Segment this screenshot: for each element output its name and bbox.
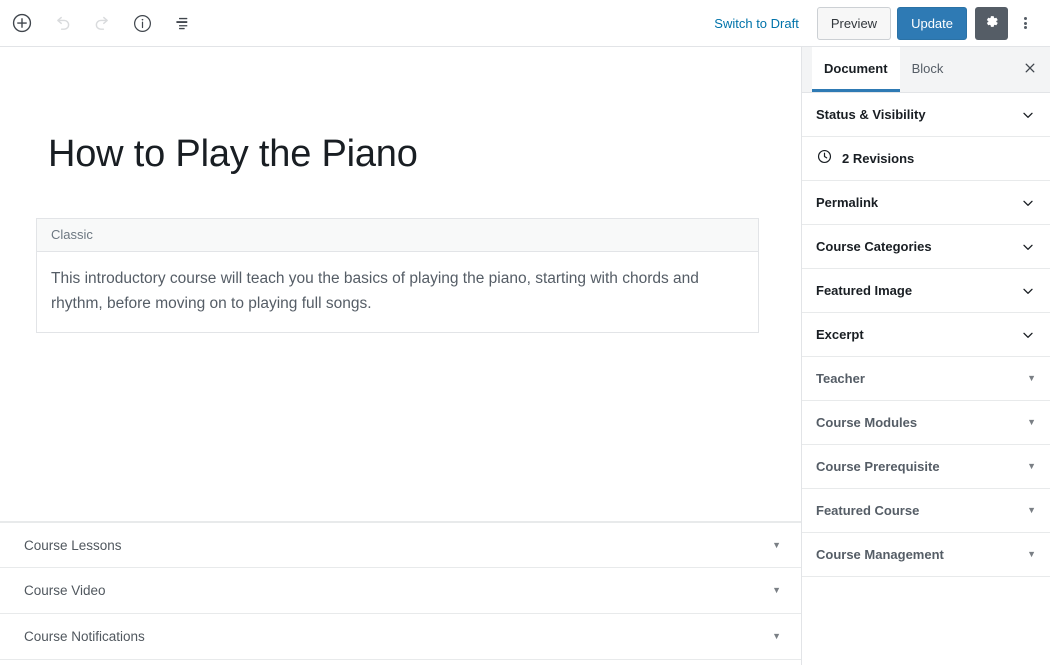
redo-icon: [92, 13, 113, 34]
gear-icon: [983, 13, 1000, 33]
triangle-down-icon[interactable]: ▼: [772, 541, 781, 550]
triangle-down-icon[interactable]: ▼: [1027, 418, 1036, 427]
panel-featured-course[interactable]: Featured Course ▼: [802, 489, 1050, 533]
panel-course-prerequisite[interactable]: Course Prerequisite ▼: [802, 445, 1050, 489]
sidebar-tablist: Document Block: [802, 47, 1050, 93]
triangle-down-icon[interactable]: ▼: [772, 632, 781, 641]
block-editor-screen: Switch to Draft Preview Update H: [0, 0, 1050, 665]
panel-title: Permalink: [816, 195, 878, 210]
clock-revisions-icon: [816, 148, 833, 170]
chevron-down-icon[interactable]: [1020, 283, 1036, 299]
panel-course-modules[interactable]: Course Modules ▼: [802, 401, 1050, 445]
metabox-course-video[interactable]: Course Video ▼: [0, 568, 801, 614]
panel-course-management[interactable]: Course Management ▼: [802, 533, 1050, 577]
metabox-course-lessons[interactable]: Course Lessons ▼: [0, 522, 801, 568]
post-title-input[interactable]: How to Play the Piano: [48, 132, 748, 178]
triangle-down-icon[interactable]: ▼: [1027, 374, 1036, 383]
chevron-down-icon[interactable]: [1020, 327, 1036, 343]
classic-block-label-text: Classic: [51, 227, 93, 242]
chevron-down-icon[interactable]: [1020, 107, 1036, 123]
editor-canvas[interactable]: How to Play the Piano Classic This intro…: [0, 47, 801, 665]
list-view-icon: [172, 13, 193, 34]
triangle-down-icon[interactable]: ▼: [1027, 506, 1036, 515]
plus-circle-icon: [11, 12, 33, 34]
panel-title: Course Management: [816, 547, 944, 562]
classic-block[interactable]: Classic This introductory course will te…: [36, 218, 759, 334]
chevron-down-icon[interactable]: [1020, 195, 1036, 211]
classic-block-label: Classic: [37, 219, 758, 252]
metabox-course-notifications[interactable]: Course Notifications ▼: [0, 614, 801, 660]
switch-to-draft-button[interactable]: Switch to Draft: [704, 10, 809, 37]
panel-title: Featured Image: [816, 283, 912, 298]
revisions-label: 2 Revisions: [842, 151, 914, 166]
panel-revisions[interactable]: 2 Revisions: [802, 137, 1050, 181]
settings-sidebar: Document Block Status & Visibility: [801, 47, 1050, 665]
info-circle-icon: [132, 13, 153, 34]
panel-title: Featured Course: [816, 503, 919, 518]
metabox-label: Course Lessons: [24, 538, 122, 553]
triangle-down-icon[interactable]: ▼: [1027, 462, 1036, 471]
undo-button[interactable]: [44, 5, 80, 41]
toolbar-left-tools: [0, 5, 202, 41]
add-block-button[interactable]: [4, 5, 40, 41]
metabox-label: Course Notifications: [24, 629, 145, 644]
panel-course-categories[interactable]: Course Categories: [802, 225, 1050, 269]
panel-title: Excerpt: [816, 327, 864, 342]
tab-block[interactable]: Block: [900, 47, 956, 92]
preview-button[interactable]: Preview: [817, 7, 891, 40]
triangle-down-icon[interactable]: ▼: [772, 586, 781, 595]
panel-title: Course Modules: [816, 415, 917, 430]
close-sidebar-button[interactable]: [1010, 47, 1050, 92]
panel-featured-image[interactable]: Featured Image: [802, 269, 1050, 313]
panel-title: Teacher: [816, 371, 865, 386]
kebab-menu-icon: [1024, 16, 1027, 31]
block-navigation-button[interactable]: [164, 5, 200, 41]
panel-status-and-visibility[interactable]: Status & Visibility: [802, 93, 1050, 137]
panel-title: Course Prerequisite: [816, 459, 940, 474]
panel-excerpt[interactable]: Excerpt: [802, 313, 1050, 357]
update-button[interactable]: Update: [897, 7, 967, 40]
settings-toggle-button[interactable]: [975, 7, 1008, 40]
editor-toolbar: Switch to Draft Preview Update: [0, 0, 1050, 47]
metabox-list: Course Lessons ▼ Course Video ▼ Course N…: [0, 522, 801, 660]
content-info-button[interactable]: [124, 5, 160, 41]
metabox-label: Course Video: [24, 583, 106, 598]
classic-block-content[interactable]: This introductory course will teach you …: [37, 252, 758, 333]
tab-document[interactable]: Document: [812, 47, 900, 92]
panel-title: Status & Visibility: [816, 107, 926, 122]
panel-teacher[interactable]: Teacher ▼: [802, 357, 1050, 401]
panel-permalink[interactable]: Permalink: [802, 181, 1050, 225]
chevron-down-icon[interactable]: [1020, 239, 1036, 255]
undo-icon: [52, 13, 73, 34]
triangle-down-icon[interactable]: ▼: [1027, 550, 1036, 559]
more-menu-button[interactable]: [1010, 5, 1040, 41]
toolbar-right-actions: Switch to Draft Preview Update: [704, 5, 1050, 41]
sidebar-panels: Status & Visibility 2 Revisions: [802, 93, 1050, 665]
redo-button[interactable]: [84, 5, 120, 41]
editor-body: How to Play the Piano Classic This intro…: [0, 47, 1050, 665]
close-icon: [1023, 61, 1037, 78]
panel-title: Course Categories: [816, 239, 932, 254]
